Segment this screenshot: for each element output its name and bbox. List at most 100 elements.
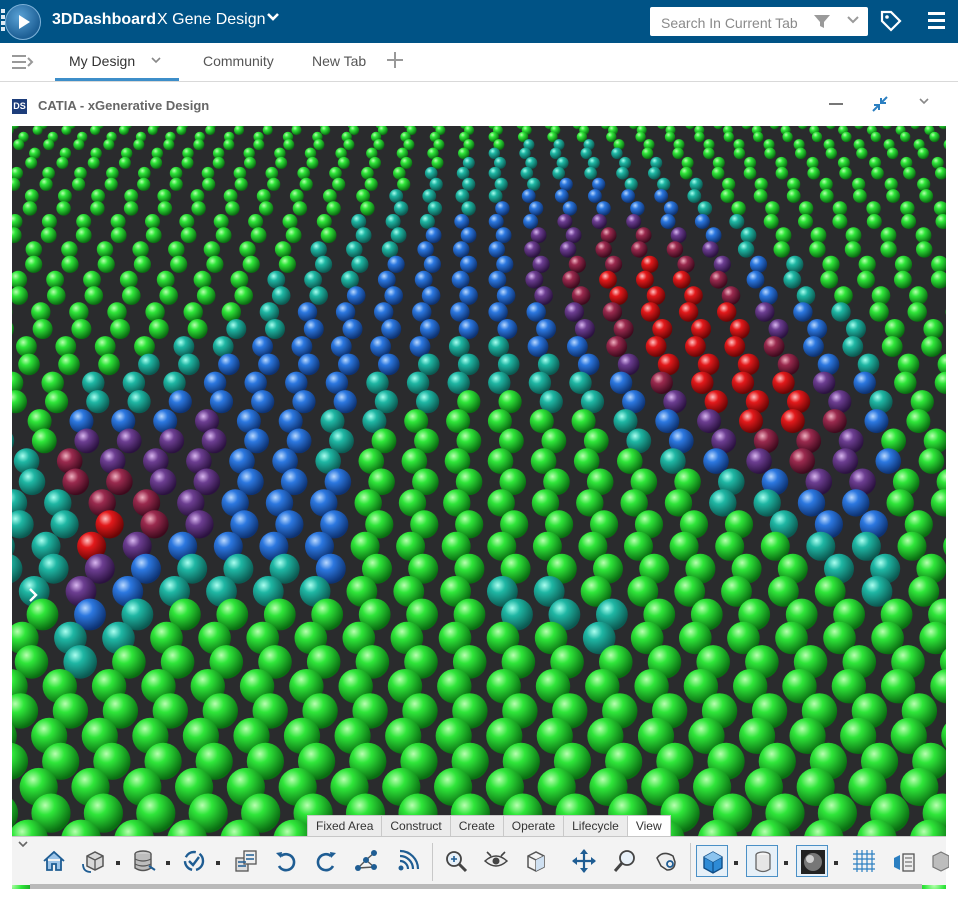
tab-create[interactable]: Create [449,815,504,837]
tab-chevron-down-icon[interactable] [150,54,162,69]
add-tab-icon[interactable] [386,49,404,75]
redo-icon[interactable] [310,845,342,877]
widget-header: DS CATIA - xGenerative Design [0,82,958,126]
home-icon[interactable] [38,845,70,877]
sphere [285,227,302,244]
side-panel-toggle-icon[interactable] [12,55,34,74]
sphere [16,336,37,357]
hand-rotate-icon[interactable] [650,845,682,877]
3d-viewport[interactable] [12,126,946,889]
sphere [797,489,826,517]
action-bar [12,836,949,885]
collapse-icon[interactable] [871,95,889,118]
dropdown-dot-icon [834,861,838,865]
sphere [12,510,34,539]
tab-fixed-area[interactable]: Fixed Area [307,815,383,837]
tab-lifecycle[interactable]: Lifecycle [563,815,628,837]
cube-outline-icon[interactable] [520,845,552,877]
sphere [773,241,790,258]
sphere [564,302,584,322]
sphere [694,131,705,143]
tab-new-tab[interactable]: New Tab [312,53,366,69]
sphere [606,336,628,357]
sphere [759,286,778,305]
sphere [122,286,141,305]
search-input[interactable] [650,7,813,38]
sphere [488,336,510,357]
sphere [900,131,911,143]
zoom-icon[interactable] [610,845,642,877]
transfer-icon[interactable] [230,845,262,877]
sphere [919,189,934,203]
top-bar: 3DDashboard X Gene Design [0,0,958,43]
sphere [616,166,629,180]
action-bar-chevron-icon[interactable] [17,839,29,852]
graph-nodes-icon[interactable] [350,845,382,877]
cube-grey-icon[interactable] [926,845,958,877]
move-arrows-icon[interactable] [568,845,600,877]
undo-icon[interactable] [270,845,302,877]
sphere [640,302,661,322]
sphere [689,177,703,191]
sphere [316,214,332,229]
sphere [844,241,862,258]
tab-my-design[interactable]: My Design [69,53,135,69]
sphere [636,270,654,289]
compass-icon[interactable] [5,4,41,40]
sphere [138,353,160,376]
sphere [852,177,866,191]
sphere [234,177,248,191]
box-rotate-icon[interactable] [78,845,110,877]
sphere [853,189,867,203]
sphere [419,214,435,229]
sphere [679,166,693,180]
database-icon[interactable] [128,845,160,877]
sync-check-icon[interactable] [178,845,210,877]
sphere [793,302,813,322]
dashboard-name[interactable]: X Gene Design [157,11,266,29]
sphere [202,177,216,191]
view-mode-icon[interactable] [888,845,920,877]
minimize-icon[interactable] [829,103,843,105]
sphere [119,270,138,289]
sphere-field-canvas[interactable] [12,126,946,889]
sphere [262,126,273,136]
sphere [713,255,731,273]
sphere [574,319,595,339]
sphere [842,336,864,357]
sphere [76,214,92,229]
grid-icon[interactable] [848,845,880,877]
sphere [641,147,654,159]
sphere [527,177,541,191]
sphere [159,428,185,454]
tab-construct[interactable]: Construct [381,815,451,837]
dashboard-chevron-down-icon[interactable] [266,10,280,27]
search-chevron-down-icon[interactable] [846,12,860,29]
sphere [858,255,876,273]
sphere [524,241,541,258]
sphere [786,189,801,203]
sphere [337,156,350,169]
sphere [110,214,126,229]
horizontal-scrollbar[interactable] [30,884,922,889]
sphere [267,177,281,191]
zoom-target-icon[interactable] [440,845,472,877]
tab-operate[interactable]: Operate [502,815,565,837]
shaded-cube-icon[interactable] [696,845,728,877]
tab-community[interactable]: Community [203,53,274,69]
tab-view[interactable]: View [626,815,671,837]
hamburger-menu-icon[interactable] [928,12,945,33]
wireless-icon[interactable] [392,845,424,877]
widget-menu-chevron-icon[interactable] [918,95,930,110]
eye-rotate-icon[interactable] [480,845,512,877]
sphere [631,241,648,258]
tag-icon[interactable] [880,10,902,37]
cylinder-icon[interactable] [746,845,778,877]
sphere [351,255,369,273]
sphere [650,371,673,394]
sphere [267,270,286,289]
sphere [886,189,900,203]
sphere-render-icon[interactable] [796,845,828,877]
sphere [497,319,518,339]
filter-icon[interactable] [813,14,831,35]
